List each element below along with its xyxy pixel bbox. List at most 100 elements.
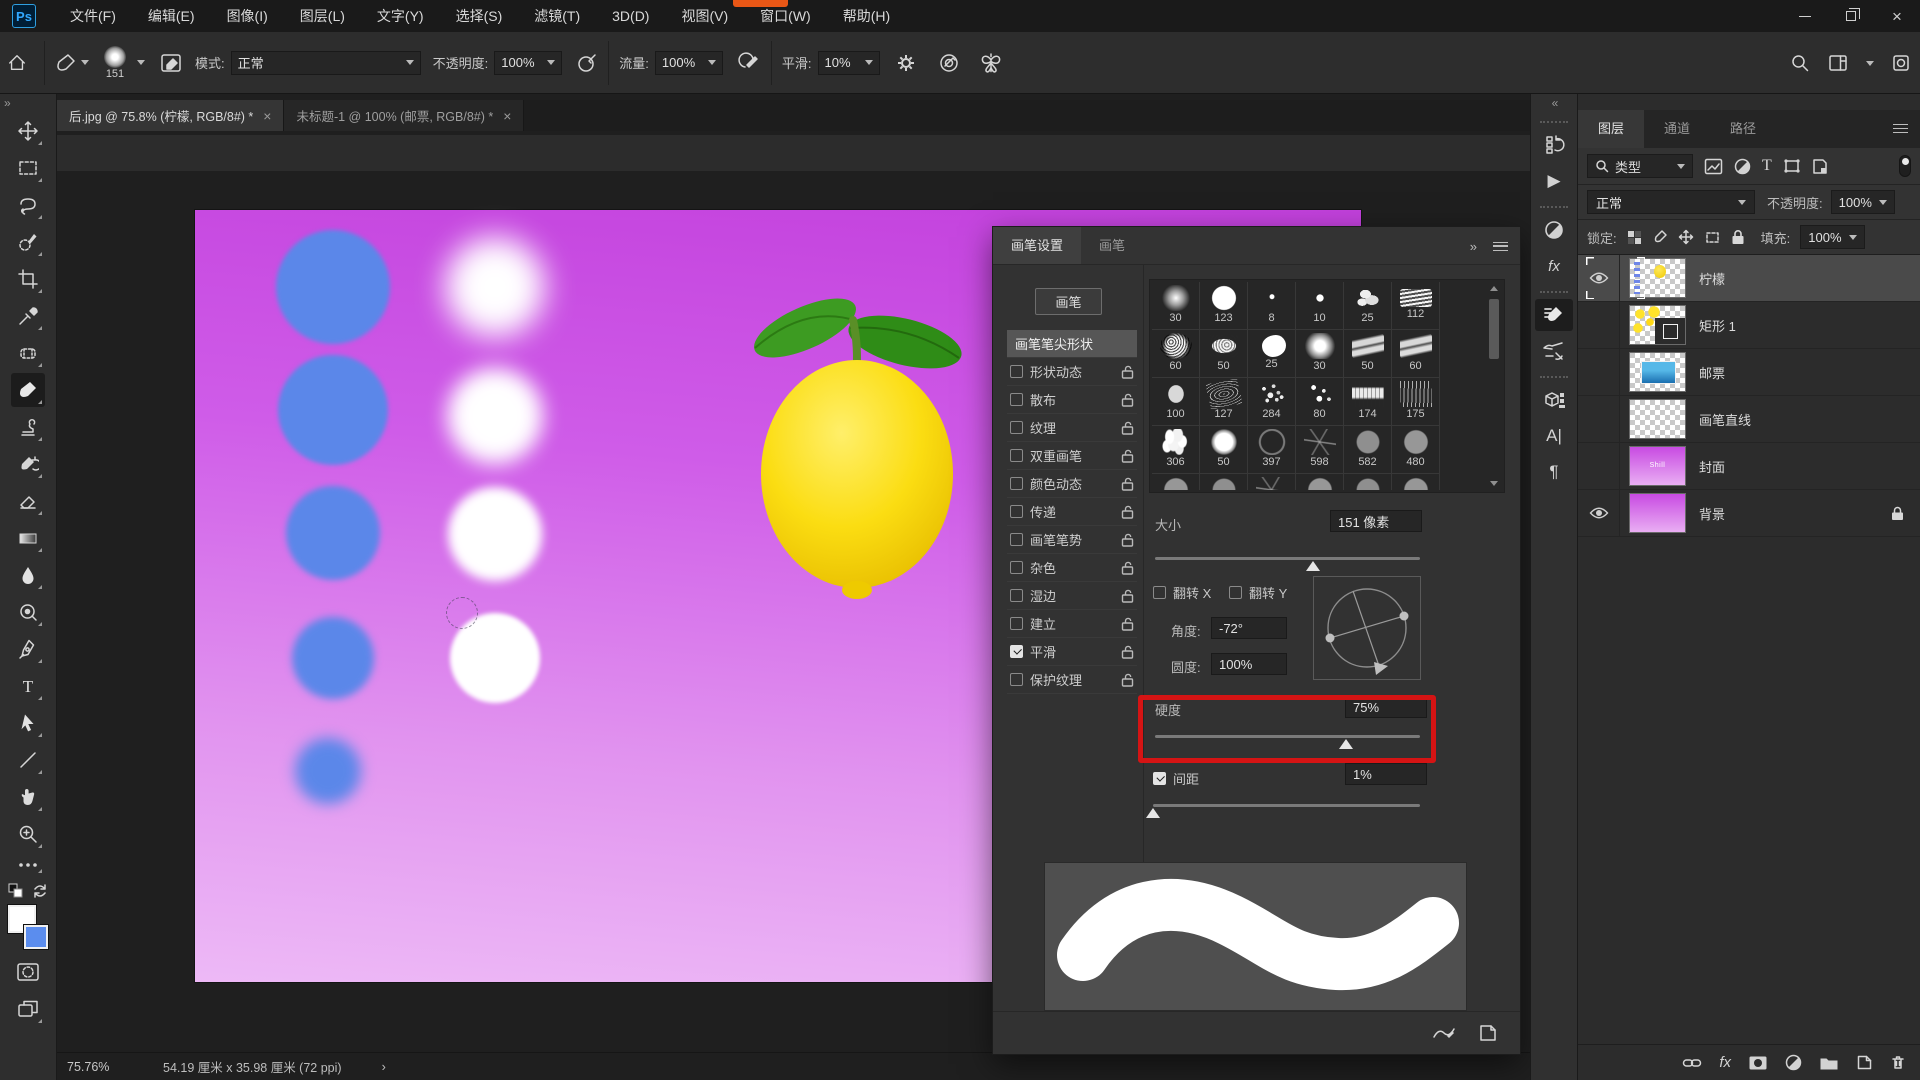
brush-option-item[interactable]: 纹理 [1007,414,1137,442]
photoshop-logo[interactable]: Ps [12,4,36,28]
brush-preset[interactable]: 50 [1344,330,1392,378]
minimize-button[interactable] [1782,0,1828,32]
menu-item[interactable]: 帮助(H) [827,0,906,32]
tab-close-icon[interactable]: × [503,108,511,124]
scroll-down-icon[interactable] [1490,481,1498,486]
brush-preset[interactable]: 123 [1200,282,1248,330]
dodge-tool[interactable] [11,595,45,629]
option-checkbox[interactable] [1010,421,1023,434]
toolbar-collapse-icon[interactable]: » [4,96,11,110]
add-mask-icon[interactable] [1748,1055,1768,1071]
filter-smart-object-icon[interactable] [1812,158,1828,175]
brush-option-item[interactable]: 双重画笔 [1007,442,1137,470]
layer-name[interactable]: 背景 [1699,504,1725,523]
blend-mode-select[interactable]: 正常 [230,50,421,75]
brush-preset[interactable]: 582 [1344,426,1392,474]
lock-position-icon[interactable] [1678,229,1694,245]
tab-brushes[interactable]: 画笔 [1081,227,1143,264]
option-checkbox[interactable] [1010,589,1023,602]
brush-preset[interactable]: 8 [1248,282,1296,330]
workspace-icon[interactable] [1828,53,1848,73]
new-brush-icon[interactable] [1478,1023,1498,1043]
delete-layer-icon[interactable] [1890,1054,1906,1071]
option-checkbox[interactable] [1010,561,1023,574]
brush-preset[interactable]: 175 [1392,378,1440,426]
flow-field[interactable]: 100% [654,50,723,75]
option-checkbox[interactable] [1010,365,1023,378]
character-panel-button[interactable]: A| [1535,420,1573,452]
unlock-icon[interactable] [1121,673,1134,687]
brush-option-item[interactable]: 颜色动态 [1007,470,1137,498]
brush-option-item[interactable]: 杂色 [1007,554,1137,582]
live-tip-preview-icon[interactable] [1432,1023,1456,1043]
unlock-icon[interactable] [1121,393,1134,407]
pen-tool[interactable] [11,632,45,666]
filter-shape-icon[interactable] [1783,158,1801,174]
flip-x-checkbox[interactable] [1153,586,1166,599]
layer-thumbnail[interactable] [1629,493,1686,533]
history-brush-tool[interactable] [11,447,45,481]
document-tab[interactable]: 未标题-1 @ 100% (邮票, RGB/8#) * × [284,100,525,131]
brush-preset[interactable] [1392,474,1440,490]
filter-pixel-icon[interactable] [1704,158,1723,175]
spacing-checkbox[interactable] [1153,772,1166,785]
visibility-toggle[interactable] [1578,302,1620,348]
brush-preset[interactable]: 174 [1344,378,1392,426]
layer-thumbnail[interactable] [1629,399,1686,439]
panel-grip[interactable] [1540,291,1568,293]
option-checkbox[interactable] [1010,617,1023,630]
line-tool[interactable] [11,743,45,777]
lasso-tool[interactable] [11,188,45,222]
size-slider-thumb[interactable] [1306,561,1320,571]
layer-blend-mode-select[interactable]: 正常 [1587,190,1755,214]
opacity-field[interactable]: 100% [494,50,563,75]
panel-tab[interactable]: 通道 [1644,110,1710,148]
quick-selection-tool[interactable] [11,225,45,259]
brush-preset[interactable]: 50 [1200,426,1248,474]
unlock-icon[interactable] [1121,421,1134,435]
brushes-button[interactable]: 画笔 [1035,288,1102,315]
path-selection-tool[interactable] [11,706,45,740]
layer-row[interactable]: 画笔直线 [1578,396,1920,443]
scrollbar-thumb[interactable] [1489,299,1499,359]
layer-name[interactable]: 邮票 [1699,363,1725,382]
visibility-toggle[interactable] [1578,396,1620,442]
spacing-field[interactable]: 1% [1345,763,1427,785]
background-color-swatch[interactable] [23,924,49,950]
smoothing-field[interactable]: 10% [817,50,880,75]
panel-grip[interactable] [1540,376,1568,378]
size-pressure-button[interactable] [938,51,962,75]
option-checkbox[interactable] [1010,645,1023,658]
zoom-tool[interactable] [11,817,45,851]
patch-tool[interactable] [11,336,45,370]
close-button[interactable]: × [1874,0,1920,32]
layer-name[interactable]: 矩形 1 [1699,316,1736,335]
layer-thumbnail[interactable]: Shill [1629,446,1686,486]
unlock-icon[interactable] [1121,365,1134,379]
brush-option-item[interactable]: 平滑 [1007,638,1137,666]
brush-preset[interactable]: 480 [1392,426,1440,474]
scroll-up-icon[interactable] [1490,286,1498,291]
brush-preset[interactable] [1152,474,1200,490]
panel-tab[interactable]: 图层 [1578,110,1645,148]
visibility-toggle[interactable] [1578,443,1620,489]
crop-tool[interactable] [11,262,45,296]
menu-item[interactable]: 图像(I) [211,0,284,32]
history-panel-button[interactable] [1535,129,1573,161]
angle-dial[interactable] [1313,576,1421,680]
materials-panel-button[interactable] [1535,384,1573,416]
brushes-panel-button[interactable] [1535,335,1573,367]
lock-all-icon[interactable] [1731,229,1745,245]
filter-type-text-icon[interactable]: T [1762,157,1772,175]
type-tool[interactable]: T [11,669,45,703]
lock-transparency-icon[interactable] [1627,230,1642,245]
brush-option-item[interactable]: 传递 [1007,498,1137,526]
tab-close-icon[interactable]: × [263,108,271,124]
brush-preset[interactable]: 60 [1152,330,1200,378]
unlock-icon[interactable] [1121,617,1134,631]
screen-mode-button[interactable] [11,992,45,1026]
brush-preset[interactable] [1296,474,1344,490]
collapse-panel-icon[interactable]: » [1470,239,1477,254]
filter-adjustment-icon[interactable] [1734,158,1751,175]
option-checkbox[interactable] [1010,449,1023,462]
